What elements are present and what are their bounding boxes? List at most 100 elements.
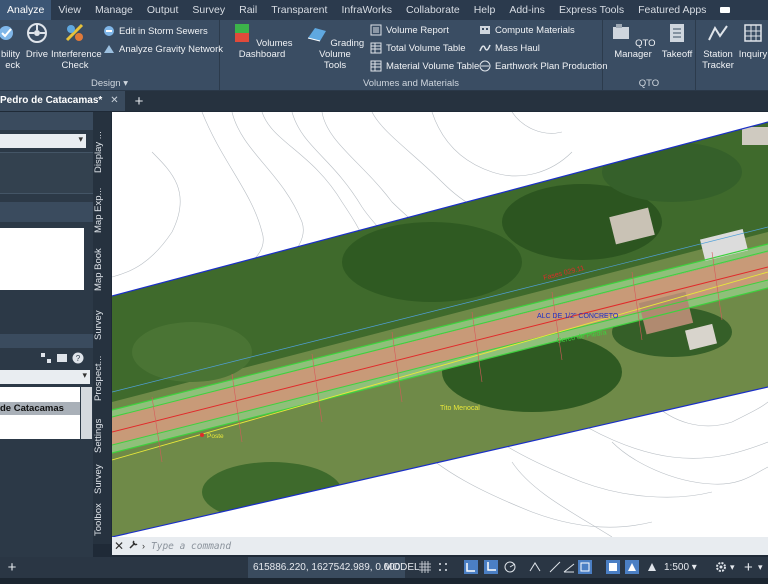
- drive-button[interactable]: Drive: [24, 22, 50, 60]
- interference-check-icon: [65, 23, 84, 42]
- poste-marker: [200, 433, 204, 437]
- close-icon[interactable]: ✕: [112, 539, 126, 553]
- scale-dropdown[interactable]: 1:500 ▾: [664, 557, 697, 578]
- ortho-icon[interactable]: [484, 560, 498, 574]
- palette-section: [0, 152, 93, 194]
- tab-infraworks[interactable]: InfraWorks: [334, 0, 399, 20]
- analyze-gravity-network-button[interactable]: Analyze Gravity Network: [103, 43, 223, 55]
- status-bar: + 615886.220, 1627542.989, 0.000 MODEL 1…: [0, 557, 768, 578]
- compute-materials-label: Compute Materials: [495, 24, 575, 36]
- ribbon-panel: bility eck Drive Interference Check Edit…: [0, 20, 768, 91]
- takeoff-icon: [670, 24, 684, 42]
- material-volume-table-button[interactable]: Material Volume Table: [370, 60, 479, 72]
- qto-manager-button[interactable]: QTO Manager: [605, 22, 661, 60]
- tree-item-label: de Catacamas: [0, 403, 64, 414]
- tab-survey[interactable]: Survey: [185, 0, 232, 20]
- document-tab[interactable]: Pedro de Catacamas* ✕: [0, 91, 125, 111]
- station-tracker-icon: [708, 25, 728, 41]
- qto-group: QTO Manager Takeoff QTO: [603, 20, 696, 90]
- compute-materials-button[interactable]: Compute Materials: [479, 24, 575, 36]
- taskbar-strip: [0, 578, 768, 584]
- tree-view-icon[interactable]: [40, 352, 52, 364]
- object-snap-tracking-icon[interactable]: [548, 560, 562, 574]
- infer-constraints-icon[interactable]: [464, 560, 478, 574]
- drive-wheel-icon: [27, 23, 47, 43]
- vertical-tab-display[interactable]: Display ...: [93, 122, 111, 182]
- command-input[interactable]: Type a command: [151, 541, 231, 552]
- takeoff-button[interactable]: Takeoff: [661, 22, 693, 60]
- tab-rail[interactable]: Rail: [232, 0, 264, 20]
- plus-icon[interactable]: +: [744, 557, 753, 578]
- chevron-up-icon[interactable]: ›: [142, 541, 145, 551]
- angle-icon[interactable]: [562, 560, 576, 574]
- analyze-gravity-network-label: Analyze Gravity Network: [119, 43, 224, 55]
- total-volume-table-button[interactable]: Total Volume Table: [370, 42, 466, 54]
- palette-vertical-tabs: Display ... Map Exp... Map Book Survey Prosp…: [93, 112, 111, 544]
- mass-haul-label: Mass Haul: [495, 42, 540, 54]
- prospector-dropdown[interactable]: ▾: [0, 370, 90, 384]
- visibility-check-button[interactable]: bility eck: [0, 22, 20, 71]
- volumes-group-title: Volumes and Materials: [362, 78, 460, 89]
- station-tracker-button[interactable]: Station Tracker: [700, 22, 736, 71]
- tab-view[interactable]: View: [51, 0, 88, 20]
- gear-icon[interactable]: [714, 560, 728, 574]
- edit-storm-sewers-button[interactable]: Edit in Storm Sewers: [103, 25, 208, 37]
- visibility-check-icon: [0, 26, 13, 40]
- grid-icon[interactable]: [418, 560, 432, 574]
- tab-transparent[interactable]: Transparent: [264, 0, 334, 20]
- table-icon: [370, 42, 382, 54]
- snap-grid-icon[interactable]: [436, 560, 450, 574]
- ribbon-minimize-icon[interactable]: [713, 0, 737, 20]
- tab-add-ins[interactable]: Add-ins: [502, 0, 552, 20]
- ribbon-tabs: Analyze View Manage Output Survey Rail Transpa…: [0, 0, 768, 20]
- list-view-icon[interactable]: [56, 352, 68, 364]
- lineweight-icon[interactable]: [606, 560, 620, 574]
- interference-check-label: Interference Check: [51, 49, 102, 71]
- add-layout-plus-icon[interactable]: +: [0, 559, 24, 576]
- tab-output[interactable]: Output: [140, 0, 186, 20]
- help-icon[interactable]: ?: [72, 352, 84, 364]
- chevron-down-icon[interactable]: ▾: [730, 557, 735, 578]
- annotation-visibility-icon[interactable]: [625, 560, 639, 574]
- wrench-icon[interactable]: [126, 539, 140, 553]
- polar-tracking-icon[interactable]: [503, 560, 517, 574]
- earthwork-plan-production-button[interactable]: Earthwork Plan Production: [479, 60, 607, 72]
- vertical-tab-map-book[interactable]: Map Book: [93, 242, 111, 298]
- drawing-canvas[interactable]: Fases 029.11 ALC DE 1/2" CONCRETO Cerco …: [112, 112, 768, 537]
- vertical-tab-map-exp[interactable]: Map Exp...: [93, 180, 111, 240]
- tab-collaborate[interactable]: Collaborate: [399, 0, 467, 20]
- vertical-tab-prospect[interactable]: Prospect...: [93, 350, 111, 406]
- close-icon[interactable]: ✕: [110, 91, 118, 111]
- inquiry-button[interactable]: Inquiry: [738, 22, 768, 60]
- tab-analyze[interactable]: Analyze: [0, 0, 52, 20]
- group-expand-icon: ▾: [123, 78, 128, 89]
- chevron-down-icon[interactable]: ▾: [758, 557, 763, 578]
- volume-report-label: Volume Report: [386, 24, 449, 36]
- qto-manager-icon: [613, 24, 630, 39]
- new-tab-plus-icon[interactable]: +: [135, 93, 144, 110]
- isodraft-icon[interactable]: [528, 560, 542, 574]
- tree-item-selected[interactable]: de Catacamas: [0, 402, 80, 415]
- dropdown-arrow-icon: ▾: [82, 370, 87, 380]
- tab-featured-apps[interactable]: Featured Apps: [631, 0, 713, 20]
- vertical-tab-settings[interactable]: Settings: [93, 412, 111, 460]
- model-space-button[interactable]: MODEL: [381, 557, 423, 578]
- tree-scrollbar[interactable]: [81, 387, 92, 439]
- vertical-tab-survey[interactable]: Survey: [93, 302, 111, 348]
- palette-dropdown[interactable]: ▾: [0, 134, 86, 148]
- tab-express-tools[interactable]: Express Tools: [552, 0, 631, 20]
- object-snap-icon[interactable]: [578, 560, 592, 574]
- design-group-title[interactable]: Design ▾: [0, 78, 219, 89]
- tab-help[interactable]: Help: [467, 0, 503, 20]
- interference-check-button[interactable]: Interference Check: [51, 22, 102, 71]
- visibility-check-label: bility eck: [0, 49, 20, 71]
- preview-box: [0, 228, 84, 290]
- tab-manage[interactable]: Manage: [88, 0, 140, 20]
- annotation-scale-icon[interactable]: [645, 560, 659, 574]
- vertical-tab-toolbox[interactable]: Toolbox: [93, 500, 111, 540]
- grading-volume-tools-button[interactable]: Grading Volume Tools: [302, 22, 368, 71]
- volume-report-button[interactable]: Volume Report: [370, 24, 449, 36]
- mass-haul-button[interactable]: Mass Haul: [479, 42, 540, 54]
- vertical-tab-survey[interactable]: Survey: [93, 457, 111, 501]
- volumes-dashboard-button[interactable]: Volumes Dashboard: [222, 22, 302, 60]
